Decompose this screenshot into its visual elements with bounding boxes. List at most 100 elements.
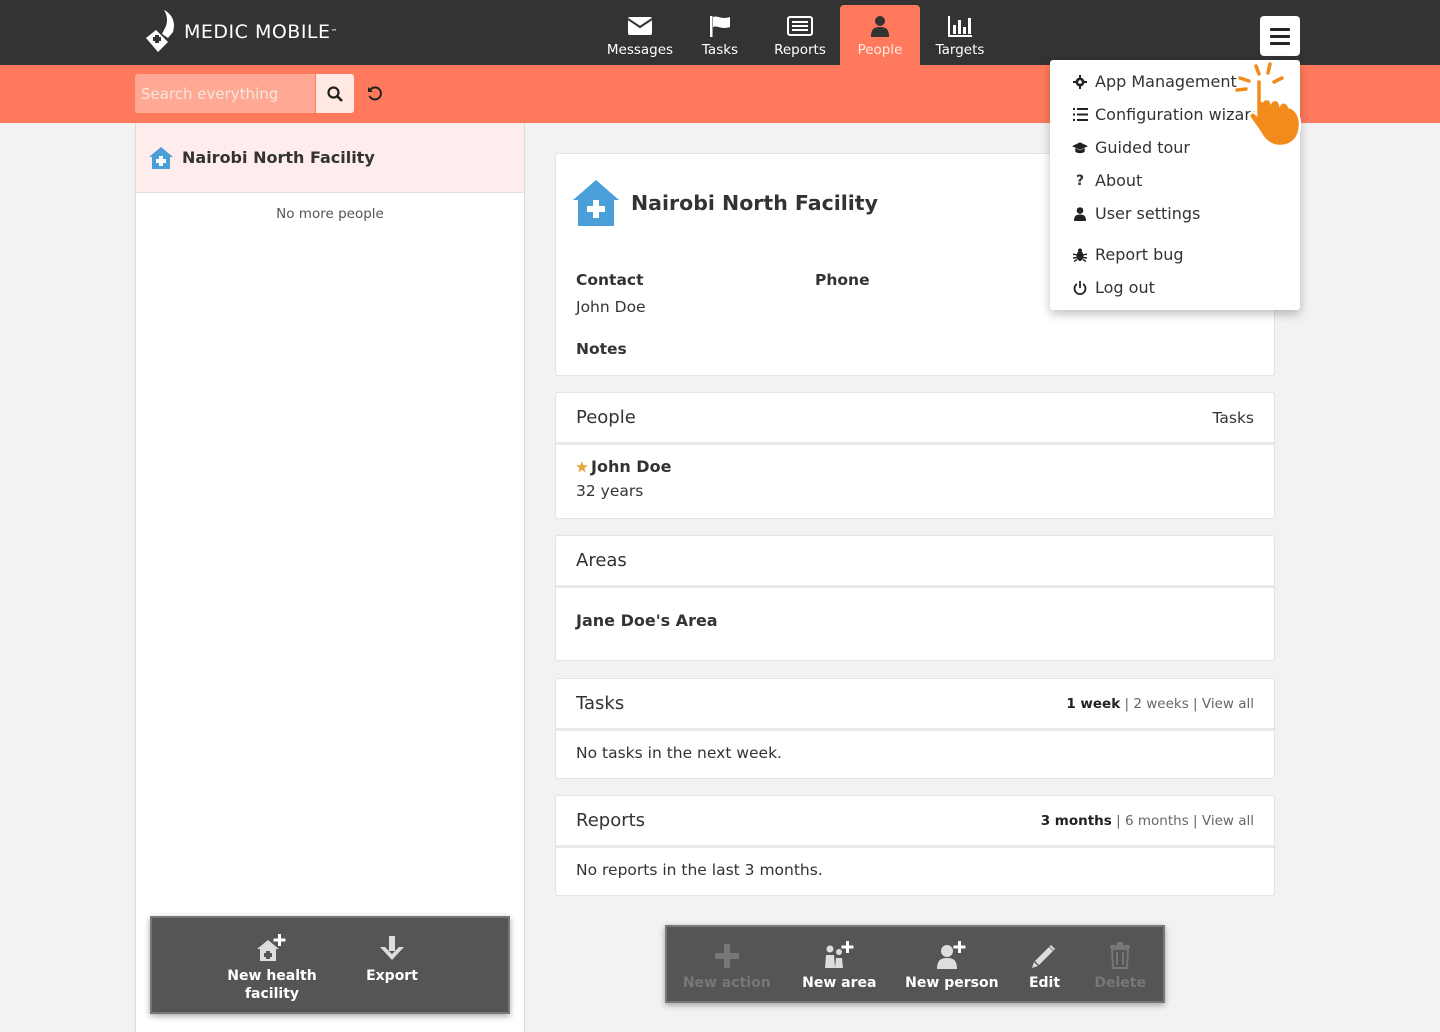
tab-people[interactable]: People bbox=[840, 5, 920, 65]
filter-1-week[interactable]: 1 week bbox=[1066, 696, 1120, 712]
menu-item-user-settings[interactable]: User settings bbox=[1072, 204, 1200, 223]
menu-item-label: Guided tour bbox=[1095, 138, 1191, 157]
refresh-icon bbox=[368, 86, 382, 101]
tab-reports[interactable]: Reports bbox=[760, 5, 840, 65]
main-tabs: Messages Tasks Reports People Targets bbox=[600, 5, 1000, 65]
search-icon bbox=[327, 85, 343, 102]
star-icon bbox=[576, 460, 588, 472]
medic-mobile-logo[interactable]: MEDIC MOBILE ™ bbox=[142, 8, 338, 56]
right-action-bar: New action New area New person Edit Dele… bbox=[665, 925, 1165, 1003]
bar-chart-icon bbox=[947, 14, 973, 38]
areas-card: Areas Jane Doe's Area bbox=[555, 535, 1275, 661]
new-action-button[interactable]: New action bbox=[667, 935, 787, 991]
new-health-label-1: New health bbox=[227, 968, 317, 984]
tasks-card-title: Tasks bbox=[576, 693, 625, 714]
menu-item-app-management[interactable]: App Management bbox=[1072, 72, 1237, 91]
tapping-hand-icon bbox=[1235, 62, 1302, 148]
hamburger-icon-bar bbox=[1270, 34, 1290, 38]
menu-item-log-out[interactable]: Log out bbox=[1072, 278, 1155, 297]
contacts-list: Nairobi North Facility No more people Ne… bbox=[135, 123, 525, 1032]
list-item-label: Nairobi North Facility bbox=[182, 148, 375, 167]
area-name: Jane Doe's Area bbox=[576, 611, 718, 630]
logo-icon bbox=[146, 10, 174, 52]
filter-6-months[interactable]: 6 months bbox=[1125, 813, 1189, 829]
phone-label: Phone bbox=[815, 271, 870, 289]
contact-label: Contact bbox=[576, 271, 644, 289]
bug-icon bbox=[1072, 248, 1088, 262]
facility-name: Nairobi North Facility bbox=[631, 191, 878, 215]
menu-item-label: About bbox=[1095, 171, 1143, 190]
hamburger-icon bbox=[1270, 27, 1290, 31]
new-person-button[interactable]: New person bbox=[892, 935, 1012, 991]
separator: | bbox=[1193, 812, 1198, 829]
tab-targets[interactable]: Targets bbox=[920, 5, 1000, 65]
areas-card-header: Areas bbox=[556, 536, 1274, 588]
reset-filter-button[interactable] bbox=[364, 83, 386, 105]
areas-card-title: Areas bbox=[576, 550, 627, 571]
tab-messages[interactable]: Messages bbox=[600, 5, 680, 65]
hamburger-menu-button[interactable] bbox=[1260, 16, 1300, 56]
tasks-period-filter: 1 week | 2 weeks | View all bbox=[1066, 696, 1254, 712]
area-row[interactable]: Jane Doe's Area bbox=[556, 588, 1274, 630]
menu-item-label: Report bug bbox=[1095, 245, 1184, 264]
add-facility-icon bbox=[256, 928, 288, 962]
tasks-card-header: Tasks 1 week | 2 weeks | View all bbox=[556, 679, 1274, 731]
add-area-icon bbox=[822, 935, 856, 969]
user-icon bbox=[1072, 206, 1088, 221]
separator: | bbox=[1116, 812, 1121, 829]
new-person-label: New person bbox=[905, 975, 999, 991]
tab-tasks[interactable]: Tasks bbox=[680, 5, 760, 65]
menu-item-label: Log out bbox=[1095, 278, 1155, 297]
contact-value[interactable]: John Doe bbox=[576, 298, 646, 316]
plus-icon bbox=[714, 935, 740, 969]
delete-button[interactable]: Delete bbox=[1077, 935, 1163, 991]
people-card-header: People Tasks bbox=[556, 393, 1274, 445]
reports-card-title: Reports bbox=[576, 810, 646, 831]
tab-label: Reports bbox=[774, 42, 826, 58]
people-card-title: People bbox=[576, 407, 636, 428]
brand-name: MEDIC MOBILE bbox=[184, 21, 331, 43]
tasks-empty-text: No tasks in the next week. bbox=[576, 744, 782, 762]
tab-label: Targets bbox=[935, 42, 985, 58]
menu-item-label: App Management bbox=[1095, 72, 1237, 91]
edit-button[interactable]: Edit bbox=[1012, 935, 1078, 991]
menu-item-configuration-wizard[interactable]: Configuration wizard bbox=[1072, 105, 1261, 124]
menu-item-guided-tour[interactable]: Guided tour bbox=[1072, 138, 1190, 157]
filter-view-all[interactable]: View all bbox=[1202, 696, 1254, 712]
person-row[interactable]: John Doe 32 years bbox=[556, 445, 1274, 500]
people-card: People Tasks John Doe 32 years bbox=[555, 392, 1275, 519]
left-action-bar: New health facility Export bbox=[150, 916, 510, 1014]
facility-title: Nairobi North Facility bbox=[571, 178, 878, 228]
health-facility-icon bbox=[573, 180, 619, 226]
envelope-icon bbox=[627, 14, 653, 38]
flag-icon bbox=[708, 14, 732, 38]
list-icon bbox=[787, 14, 813, 38]
menu-item-about[interactable]: ? About bbox=[1072, 171, 1142, 190]
export-label: Export bbox=[366, 968, 418, 984]
new-area-button[interactable]: New area bbox=[787, 935, 893, 991]
tasks-link[interactable]: Tasks bbox=[1212, 409, 1254, 427]
add-person-icon bbox=[936, 935, 968, 969]
search-button[interactable] bbox=[316, 74, 354, 113]
graduation-cap-icon bbox=[1072, 141, 1088, 154]
search-input[interactable] bbox=[135, 74, 315, 113]
separator: | bbox=[1193, 695, 1198, 712]
person-name: John Doe bbox=[591, 457, 672, 476]
new-health-facility-button[interactable]: New health facility bbox=[212, 918, 332, 1002]
notes-label: Notes bbox=[576, 340, 627, 358]
filter-3-months[interactable]: 3 months bbox=[1041, 813, 1112, 829]
question-icon: ? bbox=[1075, 172, 1085, 189]
separator: | bbox=[1124, 695, 1130, 712]
new-area-label: New area bbox=[802, 975, 877, 991]
list-item[interactable]: Nairobi North Facility bbox=[136, 123, 524, 193]
filter-view-all[interactable]: View all bbox=[1202, 813, 1254, 829]
no-more-people-text: No more people bbox=[276, 206, 384, 222]
filter-2-weeks[interactable]: 2 weeks bbox=[1133, 696, 1188, 712]
menu-item-report-bug[interactable]: Report bug bbox=[1072, 245, 1184, 264]
health-facility-icon bbox=[149, 146, 173, 169]
reports-card-header: Reports 3 months | 6 months | View all bbox=[556, 796, 1274, 848]
top-navigation-bar: MEDIC MOBILE ™ Messages Tasks Reports Peo… bbox=[0, 0, 1440, 65]
delete-label: Delete bbox=[1094, 975, 1146, 991]
export-button[interactable]: Export bbox=[352, 918, 432, 984]
download-arrow-icon bbox=[378, 928, 406, 962]
